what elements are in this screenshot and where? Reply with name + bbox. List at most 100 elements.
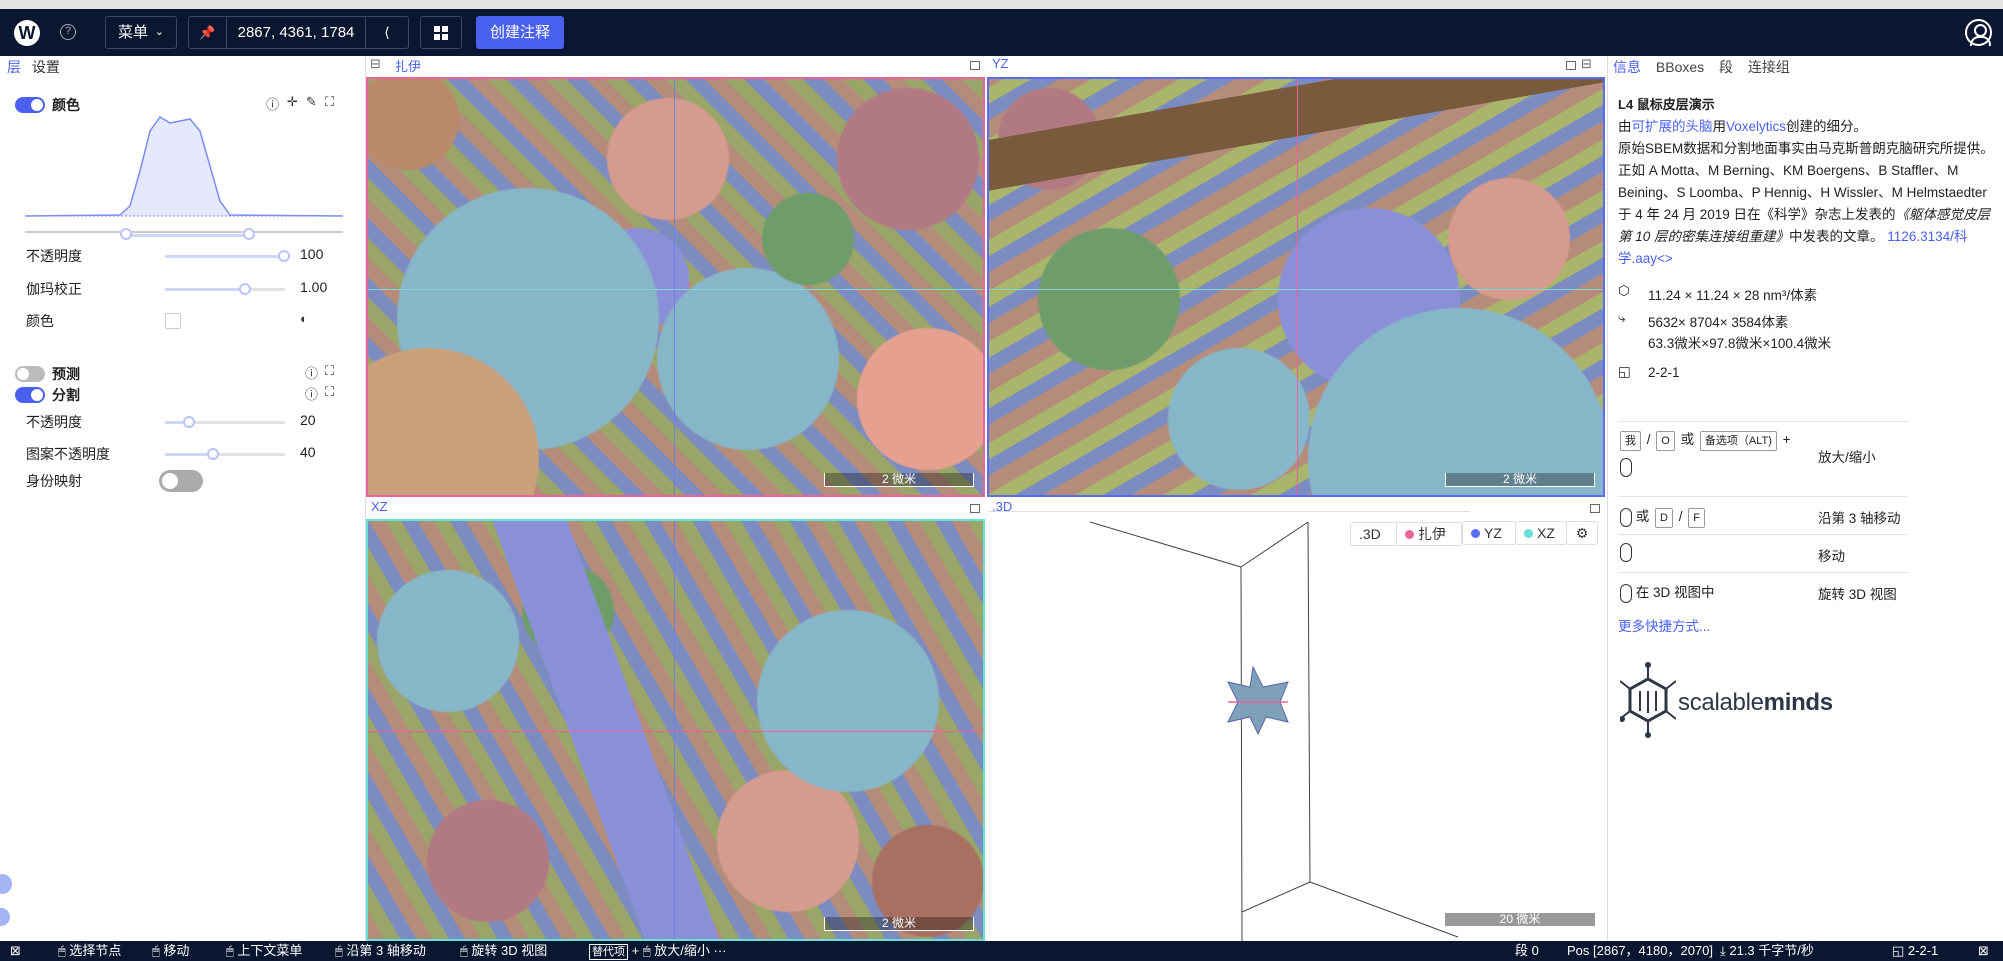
xz-plane-toggle[interactable]: XZ	[1515, 521, 1567, 545]
share-icon[interactable]: ⟨	[365, 17, 408, 48]
or-text: 或	[1680, 432, 1695, 447]
left-sidebar: 层 设置 颜色 ⓘ ✛ ✎ ⛶ 不透明度 100 伽玛校正 1.00 颜色 ◐ …	[0, 56, 366, 941]
scalableminds-logo: scalableminds	[1620, 661, 1920, 741]
scalableminds-logo-icon	[1620, 662, 1676, 738]
scalable-minds-link[interactable]: 可扩展的头脑	[1632, 119, 1713, 134]
em-image	[368, 79, 983, 495]
id-mapping-toggle[interactable]	[159, 470, 203, 492]
histogram-min-handle[interactable]	[120, 228, 132, 240]
layout-button[interactable]	[420, 16, 462, 49]
maximize-icon[interactable]	[1566, 61, 1576, 70]
status-context-menu: 🖱 上下文菜单	[226, 943, 303, 958]
status-text: 沿第 3 轴移动	[346, 943, 426, 958]
pin-icon[interactable]: 📌	[189, 17, 227, 48]
color-opacity-slider[interactable]	[165, 250, 290, 262]
xz-color-dot	[1524, 529, 1533, 538]
yz-plane-toggle[interactable]: YZ	[1462, 521, 1516, 545]
grid-icon	[434, 26, 448, 40]
em-image	[989, 79, 1603, 495]
prediction-layer-toggle[interactable]	[15, 366, 45, 382]
more-shortcuts-link[interactable]: 更多快捷方式...	[1618, 615, 1710, 635]
webknossos-logo-icon[interactable]: W	[14, 20, 40, 46]
yz-color-dot	[1471, 529, 1480, 538]
maximize-icon[interactable]	[970, 504, 980, 513]
histogram	[25, 116, 343, 233]
shortcut-prefix: 在 3D 视图中	[1635, 585, 1715, 600]
panel-collapse-icon[interactable]: ⊟	[1581, 56, 1592, 72]
expand-icon[interactable]: ⛶	[325, 363, 334, 379]
tab-info[interactable]: 信息	[1613, 56, 1641, 78]
status-speed: ⤓ 21.3 千字节/秒	[1720, 943, 1814, 958]
shortcut-zoom: 我 / O 或 备选项（ALT) + 放大/缩小	[1618, 421, 1908, 496]
right-tabs: 信息 BBoxes 段 连接组	[1608, 56, 2003, 78]
viewport-xz[interactable]: 2 微米	[366, 519, 985, 941]
key: F	[1688, 508, 1705, 528]
floating-button[interactable]	[0, 908, 10, 926]
mouse-left-icon	[1620, 583, 1632, 603]
viewport-3d[interactable]: .3D 扎伊	[988, 511, 1470, 942]
pattern-opacity-value[interactable]: 40	[300, 444, 316, 460]
position-input[interactable]: 2867, 4361, 1784	[227, 17, 365, 48]
seg-opacity-value[interactable]: 20	[300, 412, 316, 428]
browser-top-strip	[0, 0, 2003, 9]
pattern-opacity-slider[interactable]	[165, 448, 285, 460]
expand-icon[interactable]: ⛶	[325, 384, 334, 400]
mag-value: 2-2-1	[1648, 365, 1680, 380]
info-icon[interactable]: ⓘ	[305, 363, 318, 382]
collapse-left-icon[interactable]: ⊠	[10, 941, 21, 961]
gamma-slider[interactable]	[165, 283, 285, 295]
scale-bar-3d: 20 微米	[1444, 913, 1596, 927]
desc-text: 用	[1712, 119, 1727, 134]
user-avatar-icon[interactable]	[1965, 19, 1992, 46]
status-position: Pos [2867，4180，2070]	[1567, 943, 1713, 958]
histogram-max-handle[interactable]	[243, 228, 255, 240]
status-segment: 段 0	[1515, 943, 1539, 958]
xy-plane-toggle[interactable]: 扎伊	[1396, 522, 1462, 546]
shortcut-move: 移动	[1618, 534, 1908, 572]
tab-segments[interactable]: 段	[1719, 56, 1733, 78]
panel-collapse-icon[interactable]: ⊟	[370, 56, 381, 72]
tab-layers[interactable]: 层	[7, 56, 21, 78]
invert-color-icon[interactable]: ◐	[300, 311, 308, 326]
tab-settings[interactable]: 设置	[32, 56, 60, 78]
scale-bar: 2 微米	[824, 473, 974, 487]
tab-bboxes[interactable]: BBoxes	[1656, 56, 1704, 78]
mag-icon: ◱	[1618, 364, 1631, 379]
key: D	[1655, 508, 1673, 528]
info-icon[interactable]: ⓘ	[305, 384, 318, 403]
viewport-xy[interactable]: 2 微米	[366, 77, 985, 497]
color-opacity-value[interactable]: 100	[300, 246, 323, 262]
collapse-right-icon[interactable]: ⊠	[1978, 941, 1989, 961]
crosshair-horizontal	[368, 731, 983, 732]
menu-button[interactable]: 菜单 ⌄	[105, 16, 177, 49]
color-picker[interactable]	[165, 313, 181, 329]
voxel-size: 11.24 × 11.24 × 28 nm³/体素	[1648, 288, 1818, 303]
expand-icon[interactable]: ⛶	[325, 94, 334, 110]
shortcut-rotate-3d: 在 3D 视图中 旋转 3D 视图	[1618, 572, 1908, 610]
yz-plane-label: YZ	[1484, 525, 1502, 541]
viewport-yz[interactable]: 2 微米	[987, 77, 1605, 497]
xy-plane-label: 扎伊	[1418, 526, 1446, 542]
maximize-icon[interactable]	[1590, 504, 1600, 513]
edit-icon[interactable]: ✎	[306, 94, 317, 110]
xy-color-dot	[1405, 530, 1414, 539]
gamma-value[interactable]: 1.00	[300, 279, 327, 295]
3d-view-button[interactable]: .3D	[1350, 522, 1398, 546]
more-ellipsis[interactable]: ···	[713, 943, 726, 958]
extent-voxels: 5632× 8704× 3584体素	[1648, 315, 1789, 330]
voxel-size-icon: ⬡	[1618, 283, 1630, 298]
create-annotation-button[interactable]: 创建注释	[476, 16, 564, 49]
crosshair-icon[interactable]: ✛	[287, 94, 298, 110]
em-image	[368, 521, 983, 939]
segmentation-layer-toggle[interactable]	[15, 387, 45, 403]
floating-button[interactable]	[0, 874, 12, 894]
crosshair-vertical	[674, 79, 675, 495]
seg-opacity-slider[interactable]	[165, 416, 285, 428]
help-icon[interactable]: ?	[60, 24, 76, 40]
maximize-icon[interactable]	[970, 61, 980, 70]
voxelytics-link[interactable]: Voxelytics	[1726, 119, 1786, 134]
crosshair-horizontal	[989, 289, 1603, 290]
tab-connectome[interactable]: 连接组	[1748, 56, 1790, 78]
gamma-label: 伽玛校正	[26, 281, 82, 297]
settings-gear-icon[interactable]: ⚙	[1566, 521, 1598, 545]
